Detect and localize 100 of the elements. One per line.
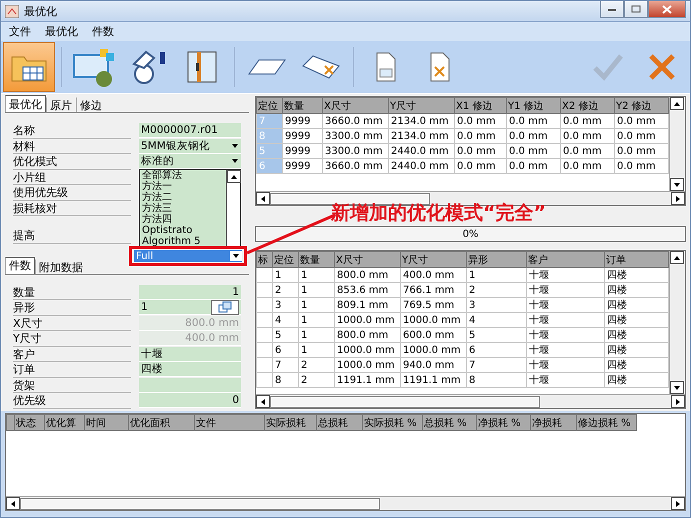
tab[interactable]: 原片 [46, 97, 76, 112]
table-cell: 0.0 mm [614, 144, 668, 158]
column-header[interactable]: 订单 [604, 252, 668, 268]
dropdown-option[interactable]: 方法三 [140, 203, 226, 214]
input-field[interactable]: 1 [139, 300, 241, 315]
maximize-button[interactable] [624, 1, 648, 18]
left-arrow-icon [259, 194, 267, 202]
input-field[interactable]: M0000007.r01 [139, 123, 241, 138]
dropdown-option[interactable]: 方法四 [140, 214, 226, 225]
close-button[interactable] [648, 1, 686, 18]
tab[interactable]: 最优化 [5, 95, 46, 112]
column-header[interactable]: 标 [256, 252, 272, 268]
table-cell: 1 [298, 298, 334, 312]
column-header[interactable]: 净损耗 % [476, 414, 530, 430]
input-field[interactable]: 十堰 [139, 346, 241, 362]
scroll-arrow-button[interactable] [670, 178, 684, 191]
table-cell: 1000.0 mm [334, 312, 400, 328]
scroll-arrow-button[interactable] [670, 381, 684, 394]
maximize-icon [631, 5, 641, 13]
input-field[interactable]: 四楼 [139, 362, 241, 377]
select-field[interactable]: Full [134, 250, 242, 262]
column-header[interactable]: 实际损耗 [264, 414, 316, 430]
down-arrow-icon [230, 251, 242, 261]
column-header[interactable]: X1 修边 [454, 98, 506, 114]
scroll-arrow-button[interactable] [256, 395, 270, 408]
scrollbar-thumb[interactable] [20, 498, 380, 510]
column-header[interactable]: Y尺寸 [388, 98, 454, 114]
field-label: 使用优先级 [13, 185, 131, 200]
table-cell: 1 [298, 328, 334, 342]
dropdown-option[interactable]: 方法一 [140, 181, 226, 192]
scroll-arrow-button[interactable] [671, 395, 685, 408]
field-label: 数量 [13, 284, 131, 300]
dropdown-option[interactable]: 全部算法 [140, 170, 226, 181]
column-header[interactable]: 客户 [526, 252, 604, 268]
field-label: 提高 [13, 228, 131, 244]
column-header[interactable]: 异形 [466, 252, 526, 268]
dropdown-option[interactable]: Optistrato [140, 225, 226, 236]
select-field[interactable]: 5MM银灰钢化 [139, 138, 241, 154]
column-header[interactable]: 数量 [282, 98, 322, 114]
table-cell: 0.0 mm [506, 114, 560, 128]
field-label: X尺寸 [13, 316, 131, 331]
column-header[interactable]: 定位 [272, 252, 298, 268]
column-header[interactable]: 时间 [84, 414, 128, 430]
field-label: 名称 [13, 123, 131, 138]
column-header[interactable]: 实际损耗 % [362, 414, 422, 430]
column-header[interactable]: 定位 [256, 98, 282, 114]
table-cell: 4 [466, 312, 526, 328]
scroll-arrow-button[interactable] [671, 192, 685, 205]
tab[interactable]: 修边 [76, 97, 106, 112]
column-header[interactable]: X尺寸 [334, 252, 400, 268]
down-arrow-icon [673, 384, 681, 392]
scroll-arrow-button[interactable] [256, 192, 270, 205]
table-cell: 十堰 [526, 312, 604, 328]
column-header[interactable]: X尺寸 [322, 98, 388, 114]
tab[interactable]: 附加数据 [35, 258, 87, 274]
column-header[interactable]: 优化面积 [128, 414, 194, 430]
select-field[interactable]: 标准的 [139, 154, 241, 169]
input-field[interactable] [139, 378, 241, 392]
scrollbar-thumb[interactable] [270, 192, 430, 204]
table-cell: 四楼 [604, 312, 668, 328]
scroll-arrow-button[interactable] [670, 251, 684, 264]
column-header[interactable]: Y2 修边 [614, 98, 668, 114]
menu-item[interactable]: 文件 [9, 24, 31, 39]
column-header[interactable]: 状态 [14, 414, 44, 430]
table-cell: 0.0 mm [454, 158, 506, 174]
minimize-button[interactable] [600, 1, 624, 18]
column-header[interactable]: 修边损耗 % [576, 414, 636, 430]
scroll-arrow-button[interactable] [671, 497, 685, 510]
table-cell: 8 [256, 128, 282, 144]
column-header[interactable]: 文件 [194, 414, 264, 430]
table-cell: 十堰 [526, 328, 604, 342]
table-cell: 769.5 mm [400, 298, 466, 312]
column-header[interactable]: 总损耗 % [422, 414, 476, 430]
table-cell: 9999 [282, 128, 322, 144]
table-cell: 3 [466, 298, 526, 312]
column-header[interactable]: 优化算 [44, 414, 84, 430]
minimize-icon [607, 6, 617, 12]
menu-item[interactable]: 最优化 [45, 24, 78, 39]
shape-picker-button[interactable] [211, 300, 239, 314]
field-label: 材料 [13, 138, 131, 154]
scroll-arrow-button[interactable] [6, 497, 20, 510]
input-field[interactable]: 0 [139, 393, 241, 408]
table-cell: 2440.0 mm [388, 158, 454, 174]
tab[interactable]: 件数 [5, 256, 35, 274]
scroll-arrow-button[interactable] [227, 170, 241, 183]
scroll-arrow-button[interactable] [670, 97, 684, 110]
column-header[interactable]: 净损耗 [530, 414, 576, 430]
column-header[interactable]: X2 修边 [560, 98, 614, 114]
input-field[interactable]: 1 [139, 284, 241, 300]
menu-item[interactable]: 件数 [92, 24, 114, 39]
toolbar-button[interactable] [3, 42, 55, 92]
column-header[interactable]: Y尺寸 [400, 252, 466, 268]
scrollbar-thumb[interactable] [270, 396, 540, 408]
column-header[interactable]: Y1 修边 [506, 98, 560, 114]
dropdown-option[interactable]: 方法二 [140, 192, 226, 203]
column-header[interactable]: 总损耗 [316, 414, 362, 430]
field-label: 损耗核对 [13, 200, 131, 216]
column-header[interactable]: 数量 [298, 252, 334, 268]
field-label: Y尺寸 [13, 331, 131, 346]
dropdown-option[interactable]: Algorithm 5 [140, 236, 226, 247]
